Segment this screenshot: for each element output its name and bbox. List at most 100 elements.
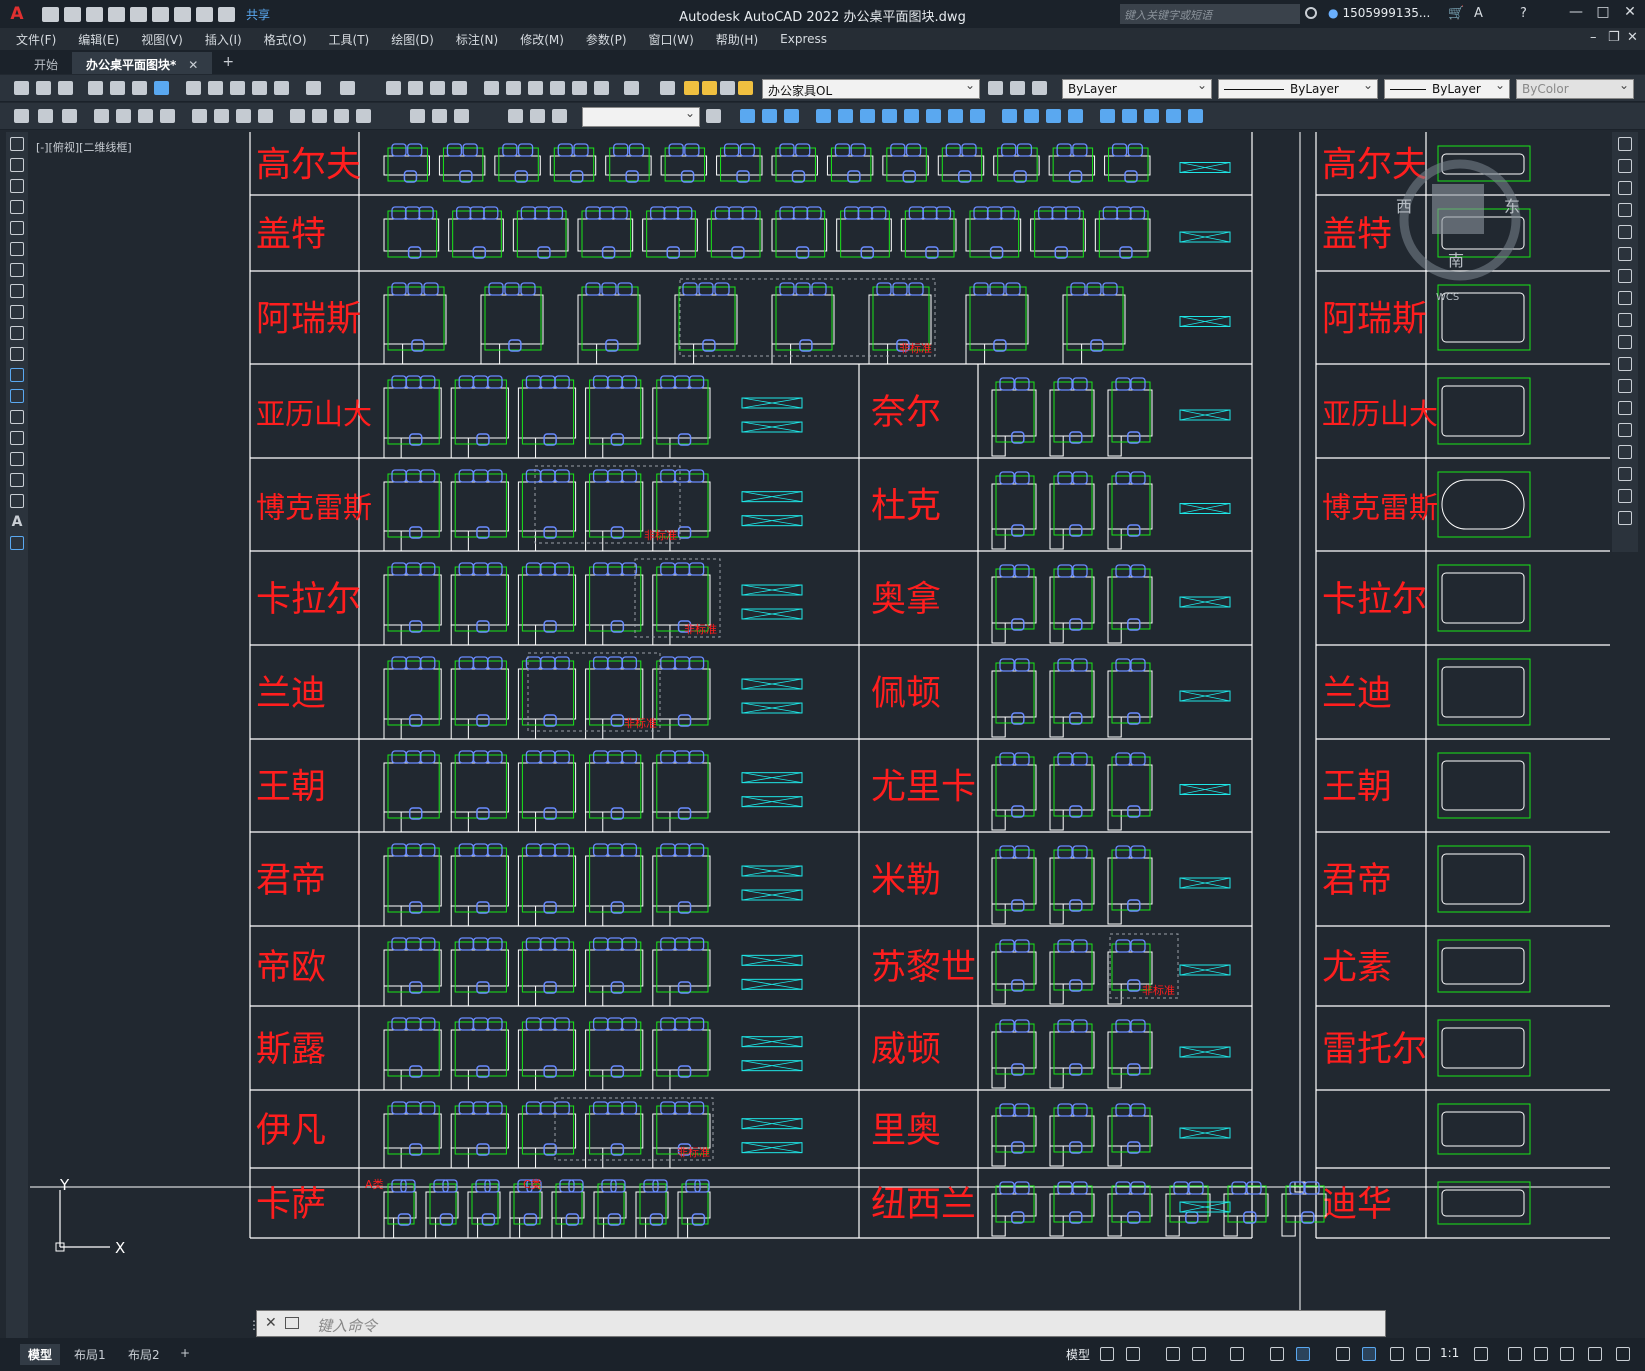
clean-screen-icon[interactable] <box>1588 1347 1602 1361</box>
customization-icon[interactable] <box>1616 1347 1630 1361</box>
join-tool-icon[interactable] <box>1002 109 1017 123</box>
rectangle-icon[interactable] <box>10 221 24 235</box>
zoom-previous-icon[interactable] <box>452 81 467 95</box>
a360-icon[interactable]: A <box>1474 6 1483 21</box>
lineweight-icon[interactable] <box>1336 1347 1350 1361</box>
table-icon[interactable] <box>10 494 24 508</box>
save-web-icon[interactable] <box>152 6 169 22</box>
hatch-icon[interactable] <box>10 431 24 445</box>
quick-properties-icon[interactable] <box>1560 1347 1574 1361</box>
polygon-icon[interactable] <box>10 200 24 214</box>
copy-icon[interactable] <box>1618 159 1632 173</box>
stretch-icon[interactable] <box>1618 313 1632 327</box>
scale-icon[interactable] <box>1618 291 1632 305</box>
menu-dimension[interactable]: 标注(N) <box>456 31 498 48</box>
plot-icon[interactable] <box>88 81 103 95</box>
layer-properties-icon[interactable] <box>660 81 675 95</box>
pan-icon[interactable] <box>386 81 401 95</box>
new-icon[interactable] <box>42 6 59 22</box>
open-icon[interactable] <box>36 81 51 95</box>
auto-scale-icon[interactable] <box>1390 1347 1404 1361</box>
search-icon[interactable] <box>1305 7 1317 19</box>
menu-modify[interactable]: 修改(M) <box>520 31 564 48</box>
new-tab-button[interactable]: + <box>212 50 244 74</box>
web-icon[interactable] <box>154 81 169 95</box>
add-selected-icon[interactable] <box>10 536 24 550</box>
tab-start[interactable]: 开始 <box>20 52 72 74</box>
menu-help[interactable]: 帮助(H) <box>716 31 758 48</box>
trim-tool-icon[interactable] <box>926 109 941 123</box>
measure-tool-icon[interactable] <box>1188 109 1203 123</box>
erase-icon[interactable] <box>1618 137 1632 151</box>
aligned-dim-icon[interactable] <box>116 109 131 123</box>
annotation-scale-value[interactable]: 1:1 <box>1440 1346 1459 1360</box>
layout-tab-1[interactable]: 布局1 <box>74 1346 106 1363</box>
help-icon[interactable]: ? <box>1520 6 1527 21</box>
menu-file[interactable]: 文件(F) <box>16 31 56 48</box>
annotation-monitor-icon[interactable] <box>1508 1347 1522 1361</box>
plotstyle-dropdown[interactable]: ByColor <box>1516 78 1634 99</box>
join-icon[interactable] <box>1618 423 1632 437</box>
angular-dim-icon[interactable] <box>258 109 273 123</box>
publish-icon[interactable] <box>132 81 147 95</box>
qnew-icon[interactable] <box>14 81 29 95</box>
group-tool-icon[interactable] <box>1144 109 1159 123</box>
array-tool-icon[interactable] <box>816 109 831 123</box>
sun-icon[interactable] <box>702 81 717 95</box>
offset-icon[interactable] <box>1618 203 1632 217</box>
copy-icon[interactable] <box>208 81 223 95</box>
redo-icon[interactable] <box>340 81 355 95</box>
chamfer-icon[interactable] <box>1618 445 1632 459</box>
tolerance-icon[interactable] <box>410 109 425 123</box>
circle-icon[interactable] <box>10 263 24 277</box>
lightbulb-icon[interactable] <box>684 81 699 95</box>
search-input[interactable]: 键入关键字或短语 <box>1120 4 1300 24</box>
break-point-icon[interactable] <box>1618 379 1632 393</box>
offset-tool-icon[interactable] <box>784 109 799 123</box>
fillet-tool-icon[interactable] <box>1046 109 1061 123</box>
doc-minimize-icon[interactable]: – <box>1590 30 1597 45</box>
dim-edit-icon[interactable] <box>508 109 523 123</box>
dim-update-icon[interactable] <box>552 109 567 123</box>
snap-icon[interactable] <box>1126 1347 1140 1361</box>
layer-previous-icon[interactable] <box>1010 81 1025 95</box>
redo-icon[interactable] <box>218 6 235 22</box>
linear-dim-icon[interactable] <box>94 109 109 123</box>
rotate-icon[interactable] <box>1618 269 1632 283</box>
linetype-dropdown[interactable]: ByLayer <box>1218 78 1378 99</box>
tool-c-icon[interactable] <box>62 109 77 123</box>
break-tool-icon[interactable] <box>970 109 985 123</box>
mtext-icon[interactable]: A <box>10 515 24 529</box>
plot-icon[interactable] <box>174 6 191 22</box>
undo-icon[interactable] <box>196 6 213 22</box>
ortho-icon[interactable] <box>1166 1347 1180 1361</box>
move-icon[interactable] <box>1618 247 1632 261</box>
spline-icon[interactable] <box>10 305 24 319</box>
open-web-icon[interactable] <box>130 6 147 22</box>
radius-dim-icon[interactable] <box>192 109 207 123</box>
save-as-icon[interactable] <box>108 6 125 22</box>
array-icon[interactable] <box>1618 225 1632 239</box>
lineweight-dropdown[interactable]: ByLayer <box>1384 78 1510 99</box>
dimstyle-icon[interactable] <box>706 109 721 123</box>
share-button[interactable]: 共享 <box>246 6 270 23</box>
menu-edit[interactable]: 编辑(E) <box>78 31 119 48</box>
minimize-button[interactable]: — <box>1565 4 1587 20</box>
workspace-gear-icon[interactable] <box>1474 1347 1488 1361</box>
units-icon[interactable] <box>1534 1347 1548 1361</box>
undo-icon[interactable] <box>306 81 321 95</box>
inspect-icon[interactable] <box>454 109 469 123</box>
center-mark-icon[interactable] <box>432 109 447 123</box>
dim-space-icon[interactable] <box>356 109 371 123</box>
construction-line-icon[interactable] <box>10 158 24 172</box>
stretch-tool-icon[interactable] <box>904 109 919 123</box>
properties-icon[interactable] <box>484 81 499 95</box>
layer-match-icon[interactable] <box>1032 81 1047 95</box>
annotation-scale-icon[interactable] <box>1416 1347 1430 1361</box>
tool-a-icon[interactable] <box>14 109 29 123</box>
plot-preview-icon[interactable] <box>110 81 125 95</box>
tool-b-icon[interactable] <box>38 109 53 123</box>
ordinate-dim-icon[interactable] <box>160 109 175 123</box>
model-space-button[interactable]: 模型 <box>1066 1346 1090 1363</box>
layer-current-icon[interactable] <box>988 81 1003 95</box>
